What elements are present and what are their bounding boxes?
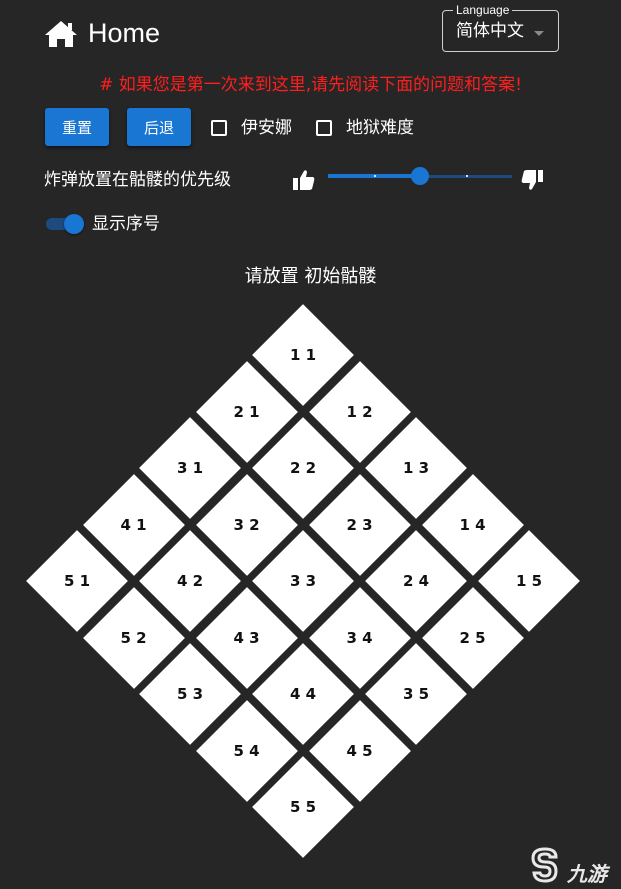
watermark-text: 九游 <box>567 862 607 886</box>
board-cell-label: 2 1 <box>233 402 260 421</box>
language-legend: Language <box>453 3 513 17</box>
board-cell-label: 5 1 <box>63 572 91 590</box>
language-select[interactable]: Language 简体中文 <box>442 3 559 52</box>
undo-button[interactable]: 后退 <box>127 108 191 146</box>
board-cell-label: 2 5 <box>459 628 486 647</box>
board-title: 请放置 初始骷髅 <box>244 266 377 287</box>
slider-mark <box>466 175 468 177</box>
board-cell-label: 1 1 <box>289 346 317 364</box>
board-cell-label: 4 1 <box>120 515 147 534</box>
board-cell-label: 3 5 <box>402 685 430 703</box>
board-cell-label: 3 4 <box>346 628 373 647</box>
priority-slider[interactable] <box>328 166 512 186</box>
page-title: Home <box>88 18 161 48</box>
slider-mark <box>374 175 376 177</box>
board-cell-label: 3 2 <box>233 515 260 534</box>
board-cell-label: 4 5 <box>346 741 373 760</box>
board-cell-label: 1 2 <box>346 402 373 421</box>
chevron-down-icon <box>534 31 544 36</box>
board-cell-label: 1 4 <box>459 515 486 534</box>
hell-difficulty-label: 地狱难度 <box>346 118 414 138</box>
thumb-down-icon <box>521 170 543 190</box>
board-cell-label: 4 3 <box>233 628 260 647</box>
priority-label: 炸弹放置在骷髅的优先级 <box>44 170 231 190</box>
board-cell-label: 2 4 <box>402 572 430 590</box>
board-cell-label: 5 2 <box>120 628 147 647</box>
ianna-label: 伊安娜 <box>241 118 292 138</box>
ianna-checkbox[interactable]: 伊安娜 <box>211 118 292 138</box>
switch-knob[interactable] <box>64 214 84 234</box>
language-value: 简体中文 <box>456 21 524 41</box>
first-visit-notice[interactable]: # 如果您是第一次来到这里,请先阅读下面的问题和答案! <box>0 75 621 95</box>
board-cell-label: 3 3 <box>289 572 317 590</box>
checkbox-icon[interactable] <box>316 120 332 136</box>
hell-difficulty-checkbox[interactable]: 地狱难度 <box>316 118 414 138</box>
board-cell-label: 1 3 <box>402 459 430 477</box>
show-index-switch[interactable] <box>46 214 84 234</box>
jiuyou-logo-icon <box>531 847 558 883</box>
reset-button[interactable]: 重置 <box>45 108 109 146</box>
board-cell-label: 5 3 <box>176 685 204 703</box>
board-cell-label: 4 2 <box>176 572 204 590</box>
checkbox-icon[interactable] <box>211 120 227 136</box>
board-cell-label: 2 3 <box>346 515 373 534</box>
board-cell-label: 3 1 <box>176 459 204 477</box>
board-cell-label: 4 4 <box>289 685 317 703</box>
board-cell-label: 1 5 <box>515 572 543 590</box>
board-cell-label: 5 4 <box>233 741 260 760</box>
slider-thumb[interactable] <box>411 167 429 185</box>
board-cell-label: 5 5 <box>289 798 317 816</box>
board-cell-label: 2 2 <box>289 459 317 477</box>
show-index-label: 显示序号 <box>92 214 160 234</box>
home-icon[interactable] <box>44 19 78 49</box>
thumb-up-icon <box>293 170 315 190</box>
header: Home <box>44 18 160 49</box>
